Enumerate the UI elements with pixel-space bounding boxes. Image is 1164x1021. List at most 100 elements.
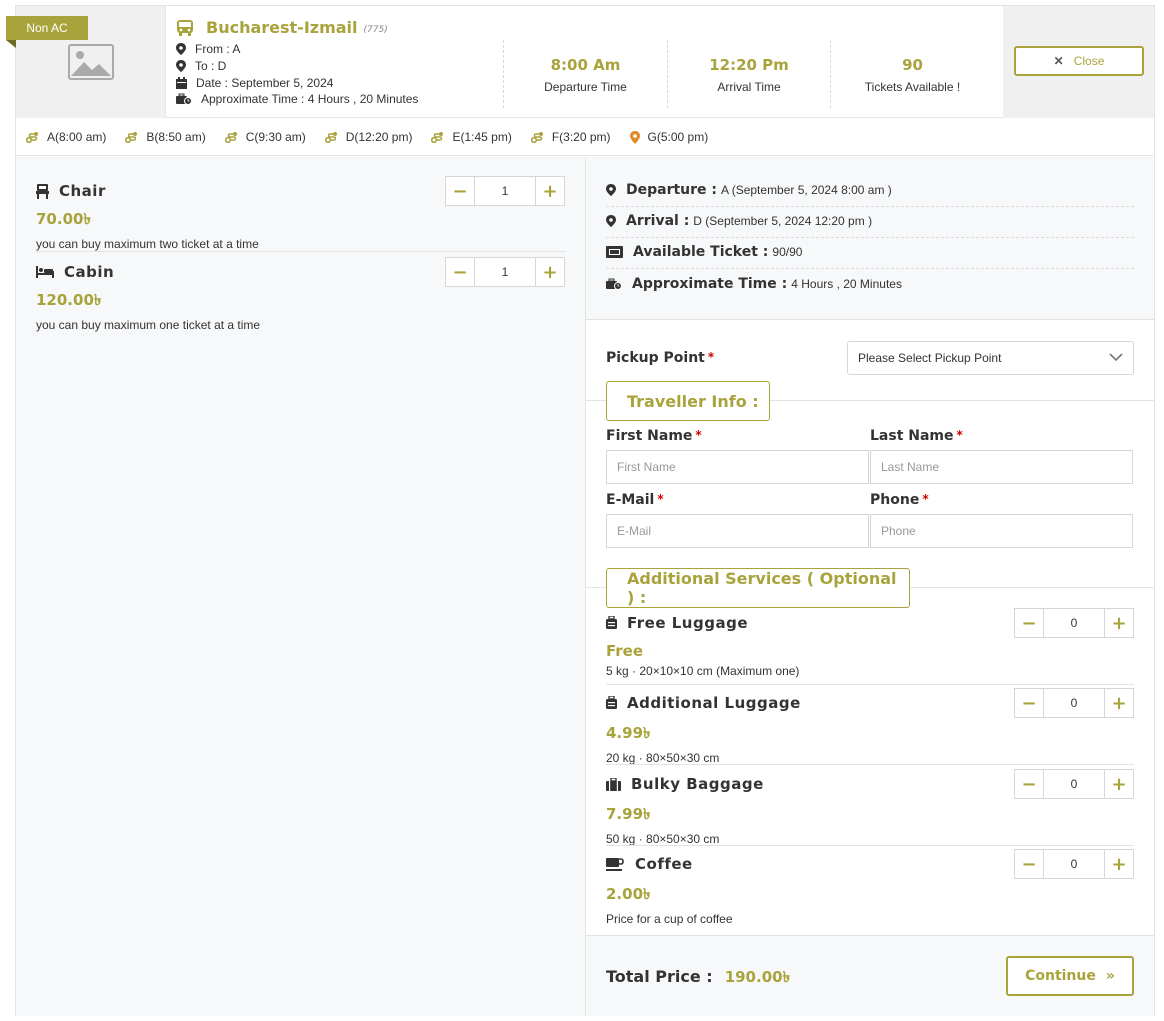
label-text: First Name — [606, 428, 693, 444]
departure-time-label: Departure Time — [544, 80, 627, 94]
stop-label: C(9:30 am) — [245, 130, 306, 144]
cabin-quantity-stepper[interactable]: − 1 + — [445, 257, 565, 287]
ticket-icon — [606, 246, 623, 258]
route-stop: E(1:45 pm) — [431, 130, 512, 144]
placeholder: E-Mail — [617, 524, 652, 538]
route-icon — [324, 132, 337, 143]
service-quantity-stepper[interactable]: −0 + — [1014, 608, 1134, 638]
seat-price: 120.00৳ — [36, 291, 102, 309]
luggage-icon — [606, 616, 617, 629]
service-name: Bulky Baggage — [631, 775, 764, 793]
summary-approx-time: Approximate Time : 4 Hours , 20 Minutes — [606, 276, 1134, 300]
increment-button[interactable]: + — [1104, 608, 1134, 638]
tickets-col: 90 Tickets Available ! — [830, 40, 994, 108]
stop-label: D(12:20 pm) — [345, 130, 413, 144]
briefcase-clock-icon — [606, 278, 622, 290]
summary-value: A (September 5, 2024 8:00 am ) — [721, 183, 892, 197]
quantity-value[interactable]: 1 — [475, 176, 535, 206]
service-price: Free — [606, 642, 644, 660]
quantity-value[interactable]: 0 — [1044, 608, 1104, 638]
service-quantity-stepper[interactable]: −0 + — [1014, 849, 1134, 879]
map-pin-icon — [606, 184, 616, 196]
quantity-value[interactable]: 1 — [475, 257, 535, 287]
service-quantity-stepper[interactable]: −0 + — [1014, 688, 1134, 718]
route-stop: C(9:30 am) — [224, 130, 306, 144]
divider — [606, 684, 1134, 685]
decrement-button[interactable]: − — [1014, 769, 1044, 799]
last-name-label: Last Name * — [870, 428, 963, 444]
stop-label: A(8:00 am) — [47, 130, 107, 144]
service-name: Additional Luggage — [627, 694, 801, 712]
departure-col: 8:00 Am Departure Time — [503, 40, 667, 108]
pickup-point-select[interactable]: Please Select Pickup Point — [847, 341, 1134, 375]
summary-value: D (September 5, 2024 12:20 pm ) — [693, 214, 873, 228]
quantity-value[interactable]: 0 — [1044, 688, 1104, 718]
tickets-available-count: 90 — [902, 56, 923, 74]
double-chevron-right-icon: » — [1105, 968, 1115, 984]
calendar-icon — [176, 77, 187, 89]
summary-value: 4 Hours , 20 Minutes — [791, 277, 902, 291]
last-name-field[interactable]: Last Name — [870, 450, 1133, 484]
route-name: Bucharest-Izmail — [206, 18, 358, 37]
additional-services-legend: Additional Services ( Optional ) : — [606, 568, 910, 608]
first-name-label: First Name * — [606, 428, 702, 444]
stop-label: E(1:45 pm) — [452, 130, 512, 144]
route-icon — [224, 132, 237, 143]
route-stop: D(12:20 pm) — [324, 130, 413, 144]
stop-label: B(8:50 am) — [146, 130, 206, 144]
decrement-button[interactable]: − — [1014, 849, 1044, 879]
pickup-placeholder: Please Select Pickup Point — [858, 351, 1002, 365]
label-text: Phone — [870, 492, 920, 508]
email-label: E-Mail * — [606, 492, 664, 508]
tickets-available-label: Tickets Available ! — [864, 80, 961, 94]
service-quantity-stepper[interactable]: −0 + — [1014, 769, 1134, 799]
chair-icon — [36, 183, 49, 199]
continue-label: Continue — [1025, 968, 1096, 984]
ac-type-badge: Non AC — [6, 16, 88, 40]
booking-details-pane: Departure : A (September 5, 2024 8:00 am… — [586, 157, 1154, 1016]
map-marker-icon — [629, 130, 640, 144]
chair-quantity-stepper[interactable]: − 1 + — [445, 176, 565, 206]
divider — [606, 845, 1134, 846]
ribbon-tail — [6, 40, 16, 48]
close-button[interactable]: ✕ Close — [1014, 46, 1144, 76]
route-icon — [26, 132, 38, 143]
arrival-time: 12:20 Pm — [709, 56, 789, 74]
image-placeholder-icon — [68, 44, 114, 80]
increment-button[interactable]: + — [535, 176, 565, 206]
email-field[interactable]: E-Mail — [606, 514, 869, 548]
decrement-button[interactable]: − — [1014, 608, 1044, 638]
decrement-button[interactable]: − — [445, 176, 475, 206]
first-name-field[interactable]: First Name — [606, 450, 869, 484]
continue-button[interactable]: Continue » — [1006, 956, 1134, 996]
approx-time-text: Approximate Time : 4 Hours , 20 Minutes — [201, 92, 419, 106]
route-stop: B(8:50 am) — [125, 130, 206, 144]
summary-arrival: Arrival : D (September 5, 2024 12:20 pm … — [606, 213, 1134, 238]
increment-button[interactable]: + — [1104, 688, 1134, 718]
briefcase-clock-icon — [176, 93, 192, 105]
bed-icon — [36, 266, 54, 278]
divider — [606, 764, 1134, 765]
increment-button[interactable]: + — [1104, 849, 1134, 879]
service-price: 2.00৳ — [606, 885, 651, 903]
route-icon — [530, 132, 543, 143]
quantity-value[interactable]: 0 — [1044, 769, 1104, 799]
increment-button[interactable]: + — [1104, 769, 1134, 799]
decrement-button[interactable]: − — [1014, 688, 1044, 718]
required-marker: * — [657, 492, 664, 506]
seat-selection-pane: Chair 70.00৳ you can buy maximum two tic… — [16, 157, 586, 1016]
label-text: Last Name — [870, 428, 954, 444]
summary-key: Arrival : — [626, 213, 690, 229]
service-name: Coffee — [635, 855, 693, 873]
decrement-button[interactable]: − — [445, 257, 475, 287]
route-title: Bucharest-Izmail (775) — [176, 18, 388, 37]
date-row: Date : September 5, 2024 — [176, 76, 333, 90]
increment-button[interactable]: + — [535, 257, 565, 287]
seat-name: Cabin — [64, 263, 115, 281]
phone-field[interactable]: Phone — [870, 514, 1133, 548]
quantity-value[interactable]: 0 — [1044, 849, 1104, 879]
route-icon — [431, 132, 444, 143]
trip-header: Non AC Bucharest-Izmail (775) From : A T… — [6, 6, 1154, 118]
pickup-point-label: Pickup Point * — [606, 350, 714, 366]
required-marker: * — [707, 350, 715, 364]
